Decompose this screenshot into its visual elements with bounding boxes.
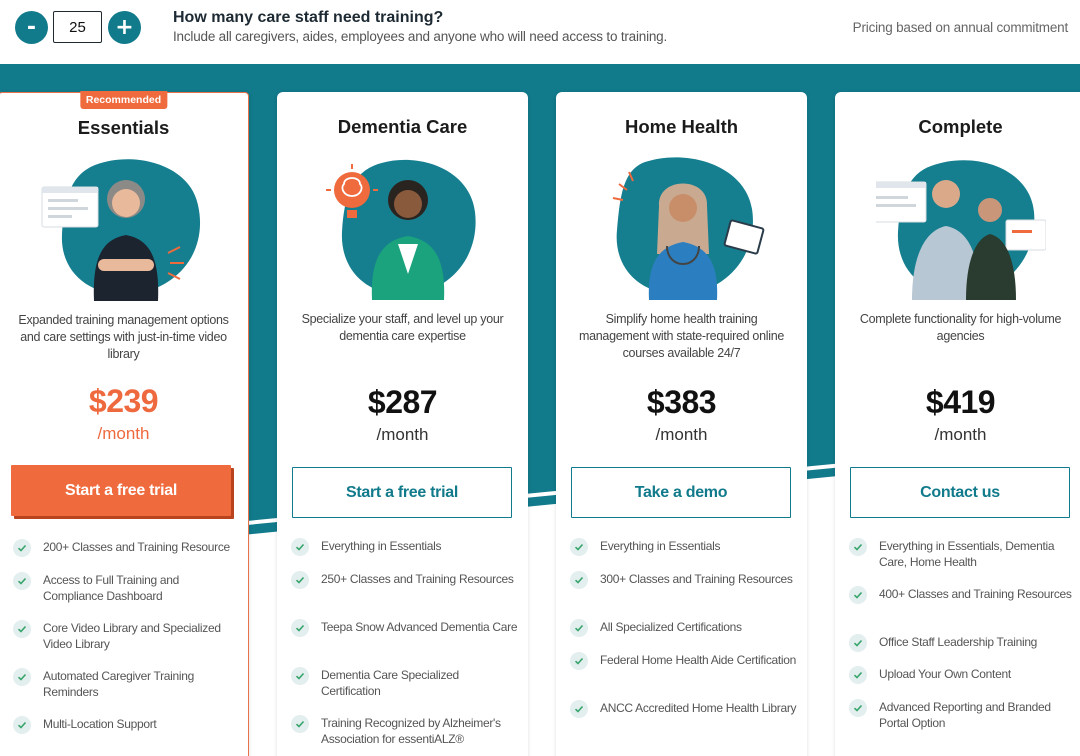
feature-item: Everything in Essentials	[570, 538, 797, 571]
essentials-illustration-icon	[41, 159, 201, 301]
check-icon	[13, 716, 31, 734]
plan-name: Essentials	[77, 117, 170, 138]
plan-card-dementia-care: Dementia Care Specialize your staff, and…	[277, 92, 528, 756]
feature-item: Core Video Library and Specialized Video…	[13, 620, 238, 668]
feature-item: All Specialized Certifications	[570, 619, 797, 652]
plan-price: $239	[88, 383, 159, 419]
feature-item: Upload Your Own Content	[849, 666, 1076, 699]
check-icon	[291, 538, 309, 556]
check-icon	[849, 699, 867, 717]
feature-item: ANCC Accredited Home Health Library	[570, 700, 797, 718]
contact-us-button[interactable]: Contact us	[850, 467, 1070, 518]
plan-period: /month	[376, 425, 429, 444]
plan-price: $419	[925, 384, 996, 420]
take-a-demo-button[interactable]: Take a demo	[571, 467, 791, 518]
check-icon	[13, 668, 31, 686]
check-icon	[13, 620, 31, 638]
plan-card-essentials: Recommended Essentials Expanded training…	[0, 91, 249, 756]
feature-item: Dementia Care Specialized Certification	[291, 667, 518, 715]
feature-item: 300+ Classes and Training Resources	[570, 571, 797, 619]
feature-list: 200+ Classes and Training Resource Acces…	[13, 539, 238, 734]
feature-item: 200+ Classes and Training Resource	[13, 539, 238, 572]
plan-price: $383	[646, 384, 717, 420]
staff-count-input[interactable]	[53, 11, 102, 43]
staff-count-bar: - + How many care staff need training? I…	[0, 0, 1080, 64]
feature-item: Advanced Reporting and Branded Portal Op…	[849, 699, 1076, 731]
feature-item: Access to Full Training and Compliance D…	[13, 572, 238, 620]
plan-description: Specialize your staff, and level up your…	[301, 312, 504, 343]
plan-name: Dementia Care	[337, 116, 468, 137]
plan-price: $287	[367, 384, 438, 420]
plan-description: Complete functionality for high-volume a…	[859, 312, 1062, 343]
check-icon	[849, 666, 867, 684]
dementia-care-illustration-icon	[326, 159, 476, 300]
check-icon	[570, 538, 588, 556]
check-icon	[570, 700, 588, 718]
plan-period: /month	[934, 425, 987, 444]
feature-item: Federal Home Health Aide Certification	[570, 652, 797, 700]
staff-question-subtext: Include all caregivers, aides, employees…	[173, 29, 668, 44]
check-icon	[570, 652, 588, 670]
feature-item: Everything in Essentials, Dementia Care,…	[849, 538, 1076, 586]
feature-item: Multi-Location Support	[13, 716, 238, 734]
feature-list: Everything in Essentials 300+ Classes an…	[570, 538, 797, 718]
pricing-note: Pricing based on annual commitment	[852, 20, 1069, 35]
start-free-trial-button[interactable]: Start a free trial	[11, 465, 231, 516]
plan-period: /month	[655, 425, 708, 444]
plan-description: Simplify home health training management…	[579, 312, 784, 360]
feature-item: Everything in Essentials	[291, 538, 518, 571]
feature-list: Everything in Essentials, Dementia Care,…	[849, 538, 1076, 731]
check-icon	[291, 619, 309, 637]
feature-item: 250+ Classes and Training Resources	[291, 571, 518, 619]
plan-name: Complete	[918, 116, 1003, 137]
feature-item: Office Staff Leadership Training	[849, 634, 1076, 666]
staff-question-heading: How many care staff need training?	[173, 9, 444, 26]
check-icon	[13, 539, 31, 557]
plan-period: /month	[97, 424, 150, 443]
check-icon	[849, 586, 867, 604]
check-icon	[13, 572, 31, 590]
check-icon	[291, 715, 309, 733]
check-icon	[291, 571, 309, 589]
feature-item: Teepa Snow Advanced Dementia Care	[291, 619, 518, 667]
decrement-button[interactable]: -	[15, 11, 48, 44]
complete-illustration-icon	[876, 160, 1046, 300]
check-icon	[570, 571, 588, 589]
check-icon	[291, 667, 309, 685]
check-icon	[849, 634, 867, 652]
feature-list: Everything in Essentials 250+ Classes an…	[291, 538, 518, 747]
plan-description: Expanded training management options and…	[18, 313, 229, 361]
plan-card-home-health: Home Health Simplify home health trainin…	[556, 92, 807, 756]
feature-item: Training Recognized by Alzheimer's Assoc…	[291, 715, 518, 747]
home-health-illustration-icon	[612, 157, 765, 300]
increment-button[interactable]: +	[108, 11, 141, 44]
feature-item: 400+ Classes and Training Resources	[849, 586, 1076, 634]
recommended-badge: Recommended	[79, 91, 168, 109]
feature-item: Automated Caregiver Training Reminders	[13, 668, 238, 716]
plan-card-complete: Complete Complete functionality for high…	[835, 92, 1080, 756]
check-icon	[849, 538, 867, 556]
plan-name: Home Health	[624, 116, 739, 137]
start-free-trial-button[interactable]: Start a free trial	[292, 467, 512, 518]
check-icon	[570, 619, 588, 637]
